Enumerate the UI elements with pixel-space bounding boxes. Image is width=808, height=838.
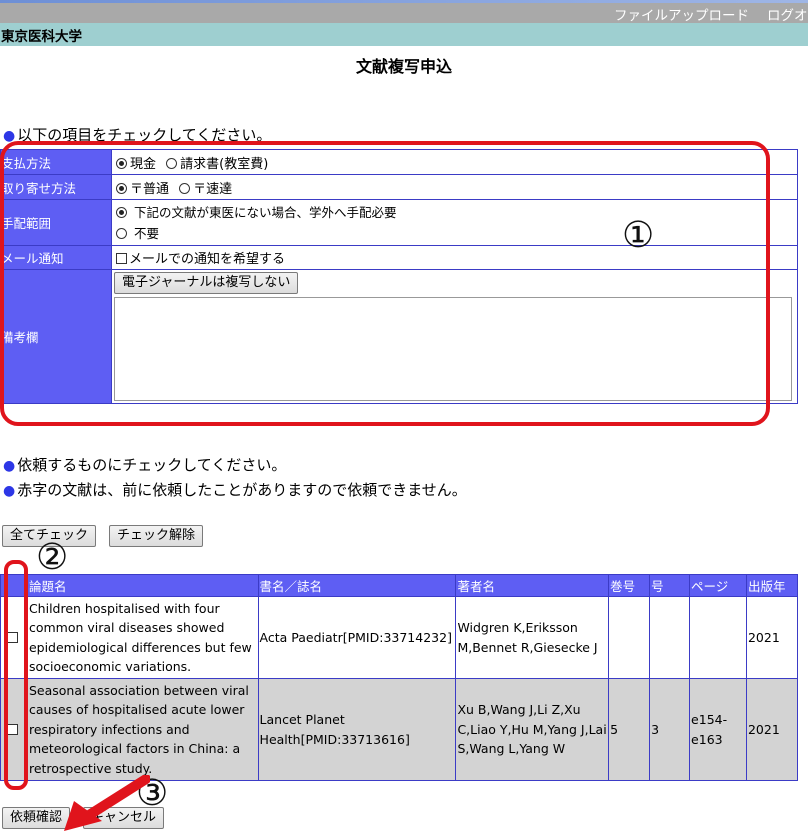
table-row: Children hospitalised with four common v… — [0, 596, 799, 679]
row-issue — [649, 596, 691, 679]
authors-header: 著者名 — [455, 574, 610, 597]
row-journal: Lancet Planet Health[PMID:33713616] — [257, 678, 457, 781]
notice-request: ● 依頼するものにチェックしてください。 — [3, 456, 287, 474]
annotation-number-2: ② — [36, 537, 69, 578]
issue-header: 号 — [649, 574, 691, 597]
bullet-icon: ● — [3, 483, 16, 499]
row-issue: 3 — [649, 678, 691, 781]
row-pages: e154-e163 — [689, 678, 747, 781]
row-year: 2021 — [745, 596, 799, 679]
row-volume: 5 — [608, 678, 651, 781]
table-row: Seasonal association between viral cause… — [0, 678, 799, 781]
row-pages — [689, 596, 747, 679]
pages-header: ページ — [689, 574, 747, 597]
year-header: 出版年 — [745, 574, 799, 597]
university-bar: 東京医科大学 — [0, 23, 808, 46]
reference-table: 論題名 書名／誌名 著者名 巻号 号 ページ 出版年 Children hosp… — [0, 574, 799, 781]
row-volume — [608, 596, 651, 679]
row-journal: Acta Paediatr[PMID:33714232] — [257, 596, 457, 679]
row-title: Children hospitalised with four common v… — [26, 596, 259, 679]
notice-red: ● 赤字の文献は、前に依頼したことがありますので依頼できません。 — [3, 481, 467, 499]
journal-header: 書名／誌名 — [257, 574, 457, 597]
file-upload-link[interactable]: ファイルアップロード — [614, 4, 749, 24]
page-title: 文献複写申込 — [355, 57, 452, 76]
volume-header: 巻号 — [608, 574, 651, 597]
row-title: Seasonal association between viral cause… — [26, 678, 259, 781]
annotation-box-options — [0, 141, 770, 426]
annotation-arrow-icon — [64, 775, 150, 831]
annotation-box-checkboxes — [4, 560, 28, 790]
logout-link[interactable]: ログオ — [767, 4, 808, 24]
university-name: 東京医科大学 — [1, 29, 82, 45]
row-authors: Xu B,Wang J,Li Z,Xu C,Liao Y,Hu M,Yang J… — [455, 678, 610, 781]
bullet-icon: ● — [3, 458, 16, 474]
row-authors: Widgren K,Eriksson M,Bennet R,Giesecke J — [455, 596, 610, 679]
row-year: 2021 — [745, 678, 799, 781]
table-header: 論題名 書名／誌名 著者名 巻号 号 ページ 出版年 — [0, 574, 799, 597]
top-nav-bar: ファイルアップロード ログオ — [0, 3, 808, 24]
uncheck-button[interactable]: チェック解除 — [109, 525, 204, 547]
annotation-number-1: ① — [622, 215, 655, 256]
